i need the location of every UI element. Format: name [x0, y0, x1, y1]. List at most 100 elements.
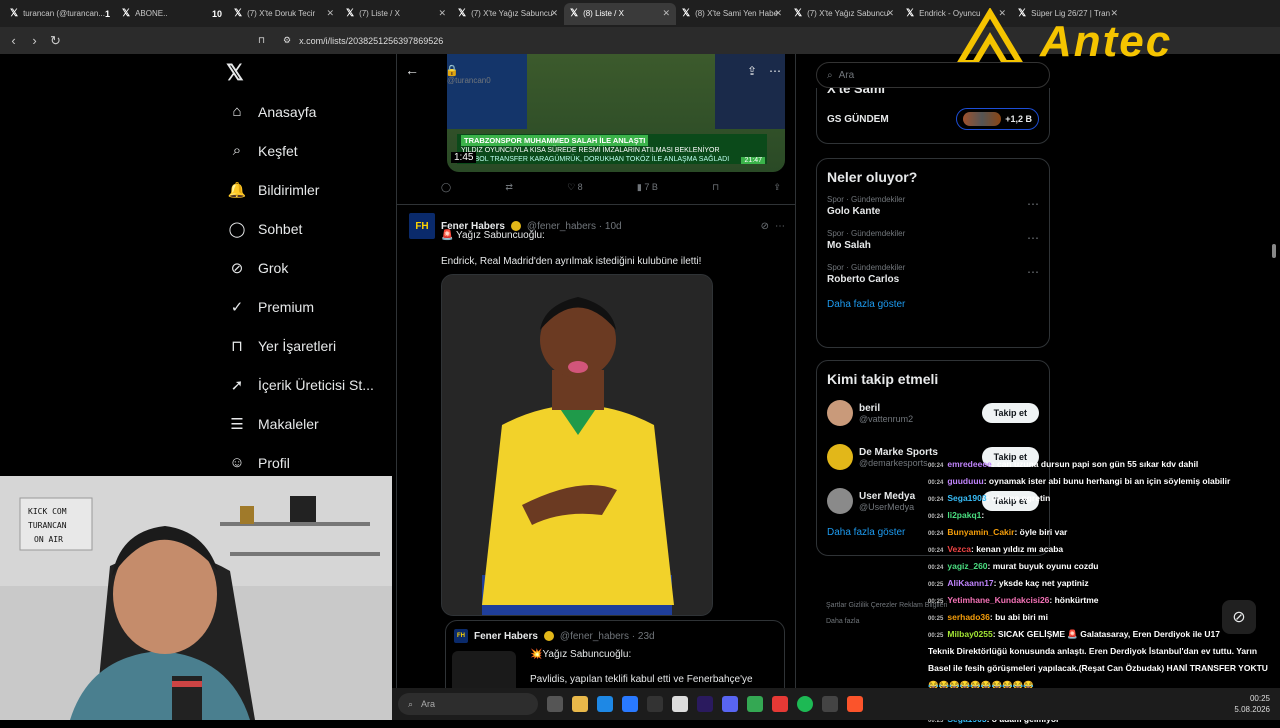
nav-label: Bildirimler [258, 181, 320, 198]
tab-close-icon[interactable]: ✕ [662, 8, 670, 19]
capcut-icon[interactable] [672, 696, 688, 712]
chat-emote-icon[interactable]: ⊘ [1222, 600, 1256, 634]
chat-username[interactable]: Bunyamin_Cakir [947, 527, 1014, 537]
chat-username[interactable]: Vezca [947, 544, 971, 554]
reply-icon[interactable]: ◯ [441, 182, 451, 193]
nav-item[interactable]: ⊘ Grok [220, 248, 390, 287]
nav-item[interactable]: 🔔 Bildirimler [220, 170, 390, 209]
nav-item[interactable]: ✓ Premium [220, 287, 390, 326]
tab-close-icon[interactable]: ✕ [438, 8, 446, 19]
list-name[interactable]: GS GÜNDEM [827, 114, 889, 125]
avatar[interactable] [827, 488, 853, 514]
chat-username[interactable]: emredeeee [947, 459, 991, 469]
obs-icon[interactable] [647, 696, 663, 712]
taskbar-search[interactable]: ⌕ Ara [398, 693, 538, 715]
tab-close-icon[interactable]: ✕ [886, 8, 894, 19]
tab-close-icon[interactable]: ✕ [326, 8, 334, 19]
follow-suggestion[interactable]: beril @vattenrum2 Takip et [817, 391, 1049, 435]
chat-text: : hönkürtme [1049, 595, 1099, 605]
tweet-photo[interactable] [441, 274, 713, 616]
share-icon[interactable]: ⇪ [747, 64, 757, 78]
spotify-icon[interactable] [797, 696, 813, 712]
trend-more-icon[interactable]: ⋯ [1027, 265, 1039, 279]
back-arrow-icon[interactable]: ← [405, 62, 419, 78]
avatar[interactable] [827, 444, 853, 470]
video-player[interactable]: TRABZONSPOR MUHAMMED SALAH İLE ANLAŞTI Y… [447, 54, 785, 172]
chat-text: : öyle biri var [1014, 527, 1068, 537]
trend-item[interactable]: Spor · Gündemdekiler Roberto Carlos ⋯ [817, 257, 1049, 291]
trend-item[interactable]: Spor · Gündemdekiler Mo Salah ⋯ [817, 223, 1049, 257]
trend-more-icon[interactable]: ⋯ [1027, 231, 1039, 245]
trend-item[interactable]: Spor · Gündemdekiler Golo Kante ⋯ [817, 189, 1049, 223]
back-icon[interactable]: ‹ [6, 33, 21, 48]
views-button[interactable]: ▮ 7 B [637, 182, 658, 193]
nav-item[interactable]: ◯ Sohbet [220, 209, 390, 248]
nav-item[interactable]: ⊓ Yer İşaretleri [220, 326, 390, 365]
forward-icon[interactable]: › [27, 33, 42, 48]
avatar[interactable]: FH [409, 213, 435, 239]
browser-tab[interactable]: 𝕏 (7) X'te Yağız Sabuncu ✕ [788, 3, 900, 25]
chat-username[interactable]: guuduuu [947, 476, 983, 486]
browser-tab[interactable]: 𝕏turancan (@turancan... 1 [4, 3, 116, 25]
nav-label: Anasayfa [258, 103, 317, 120]
bookmark-tweet-icon[interactable]: ⊓ [712, 182, 719, 193]
brave-icon[interactable] [847, 696, 863, 712]
svg-text:KICK COM: KICK COM [28, 507, 67, 516]
tab-badge: 10 [211, 8, 222, 19]
browser-tab[interactable]: 𝕏 ABONE.. 10 [116, 3, 228, 25]
taskbar-date[interactable]: 5.08.2026 [1234, 704, 1270, 715]
app-red-icon[interactable] [772, 696, 788, 712]
browser-tab[interactable]: 𝕏 (7) Liste / X ✕ [340, 3, 452, 25]
edge-icon[interactable] [597, 696, 613, 712]
follow-button[interactable]: Takip et [981, 403, 1039, 423]
store-icon[interactable] [622, 696, 638, 712]
premiere-icon[interactable] [697, 696, 713, 712]
like-button[interactable]: ♡ 8 [567, 182, 583, 193]
browser-tab[interactable]: 𝕏 (7) X'te Doruk Tecir ✕ [228, 3, 340, 25]
member-count-pill[interactable]: +1,2 B [956, 108, 1039, 130]
tweet-more-icon[interactable]: ⋯ [775, 221, 785, 232]
chat-message: 00:24 Vezca: kenan yıldız mı acaba [928, 541, 1280, 558]
header-handle: @turancan0 [447, 76, 491, 85]
taskview-icon[interactable] [547, 696, 563, 712]
nav-item[interactable]: ⌕ Keşfet [220, 131, 390, 170]
chat-username[interactable]: AliKaann17 [947, 578, 993, 588]
chat-timestamp: 00:25 [928, 616, 944, 622]
trend-more-icon[interactable]: ⋯ [1027, 197, 1039, 211]
nav-item[interactable]: ☰ Makaleler [220, 404, 390, 443]
retweet-icon[interactable]: ⇄ [505, 182, 513, 193]
chrome-icon[interactable] [747, 696, 763, 712]
taskbar-time[interactable]: 00:25 [1234, 693, 1270, 704]
tweet[interactable]: FH Fener Habers @fener_habers · 10d ⊘ ⋯ … [397, 204, 795, 277]
more-icon[interactable]: ⋯ [769, 64, 781, 78]
grok-icon[interactable]: ⊘ [761, 221, 769, 232]
nav-item[interactable]: ➚ İçerik Üreticisi St... [220, 365, 390, 404]
search-input[interactable]: ⌕ Ara [816, 62, 1050, 88]
chat-username[interactable]: Sega1903 [947, 493, 986, 503]
browser-tab[interactable]: 𝕏 (8) X'te Sami Yen Habe ✕ [676, 3, 788, 25]
share-tweet-icon[interactable]: ⇪ [773, 182, 781, 193]
tab-close-icon[interactable]: ✕ [774, 8, 782, 19]
site-info-icon[interactable]: ⚙ [283, 35, 291, 46]
explorer-icon[interactable] [572, 696, 588, 712]
chat-username[interactable]: serhado36 [947, 612, 990, 622]
chat-username[interactable]: li2pakq1 [947, 510, 981, 520]
chat-username[interactable]: yagiz_260 [947, 561, 987, 571]
bookmark-icon[interactable]: ⊓ [258, 35, 265, 46]
x-logo[interactable]: 𝕏 [226, 60, 390, 92]
reload-icon[interactable]: ↻ [48, 33, 63, 49]
nav-item[interactable]: ⌂ Anasayfa [220, 92, 390, 131]
discord-icon[interactable] [722, 696, 738, 712]
avatar[interactable] [827, 400, 853, 426]
url-field[interactable]: ⊓ ⚙ x.com/i/lists/2038251256397869526 [258, 31, 920, 50]
tab-close-icon[interactable]: ✕ [550, 8, 558, 19]
nav-icon: ☰ [230, 415, 244, 433]
app-dark-icon[interactable] [822, 696, 838, 712]
chat-username[interactable]: Yetimhane_Kundakcisi26 [947, 595, 1049, 605]
chat-username[interactable]: Milbay0255 [947, 629, 992, 639]
member-avatars [963, 112, 1002, 126]
browser-tab[interactable]: 𝕏 (8) Liste / X ✕ [564, 2, 676, 25]
trends-show-more[interactable]: Daha fazla göster [817, 291, 1049, 318]
page-scrollbar[interactable] [1272, 58, 1278, 718]
browser-tab[interactable]: 𝕏 (7) X'te Yağız Sabuncu ✕ [452, 3, 564, 25]
